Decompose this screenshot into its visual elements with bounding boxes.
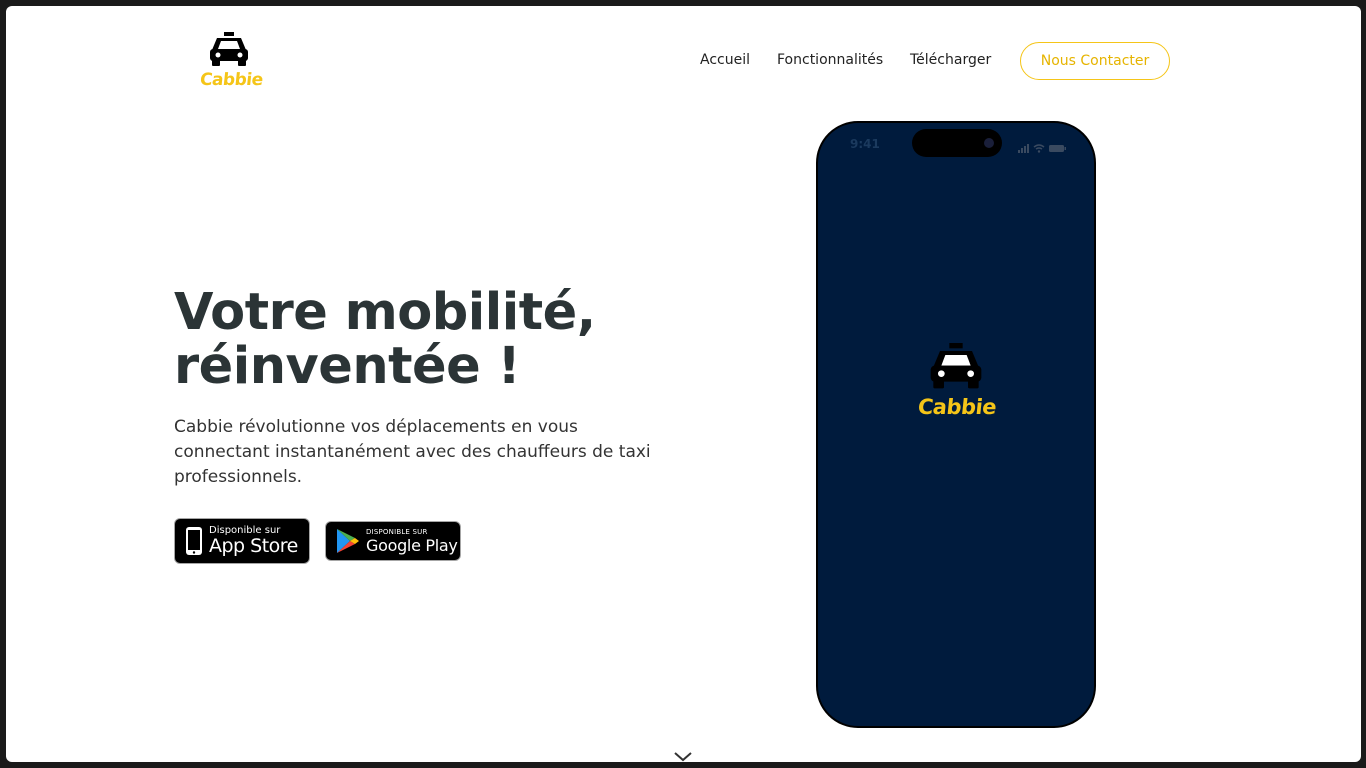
nav-link-telecharger[interactable]: Télécharger — [910, 52, 991, 68]
battery-icon — [1049, 145, 1066, 152]
google-play-label: Google Play — [366, 535, 458, 555]
dynamic-island — [912, 129, 1002, 157]
hero-title: Votre mobilité, réinventée ! — [174, 283, 596, 396]
nav-link-fonctionnalites[interactable]: Fonctionnalités — [777, 52, 883, 68]
status-time: 9:41 — [850, 137, 880, 151]
taxi-icon — [930, 343, 982, 389]
hero-description: Cabbie révolutionne vos déplacements en … — [174, 417, 651, 487]
wifi-icon — [1033, 144, 1045, 153]
main-nav: Accueil Fonctionnalités Télécharger Nous… — [6, 42, 1361, 80]
google-play-icon — [337, 529, 359, 553]
app-store-label: App Store — [209, 535, 298, 557]
signal-icon — [1018, 144, 1029, 153]
app-store-button[interactable]: Disponible sur App Store — [174, 518, 310, 564]
phone-app-name: Cabbie — [916, 395, 998, 419]
google-play-button[interactable]: DISPONIBLE SUR Google Play — [325, 521, 461, 561]
phone-icon — [186, 527, 202, 555]
camera-dot — [984, 138, 994, 148]
contact-button[interactable]: Nous Contacter — [1020, 42, 1170, 80]
chevron-down-icon[interactable] — [671, 752, 695, 762]
nav-link-accueil[interactable]: Accueil — [700, 52, 750, 68]
phone-app-logo: Cabbie — [916, 343, 998, 423]
page: Cabbie Accueil Fonctionnalités Télécharg… — [6, 6, 1361, 762]
status-icons — [1018, 139, 1068, 158]
phone-mockup: 9:41 Cabbie — [816, 121, 1096, 728]
